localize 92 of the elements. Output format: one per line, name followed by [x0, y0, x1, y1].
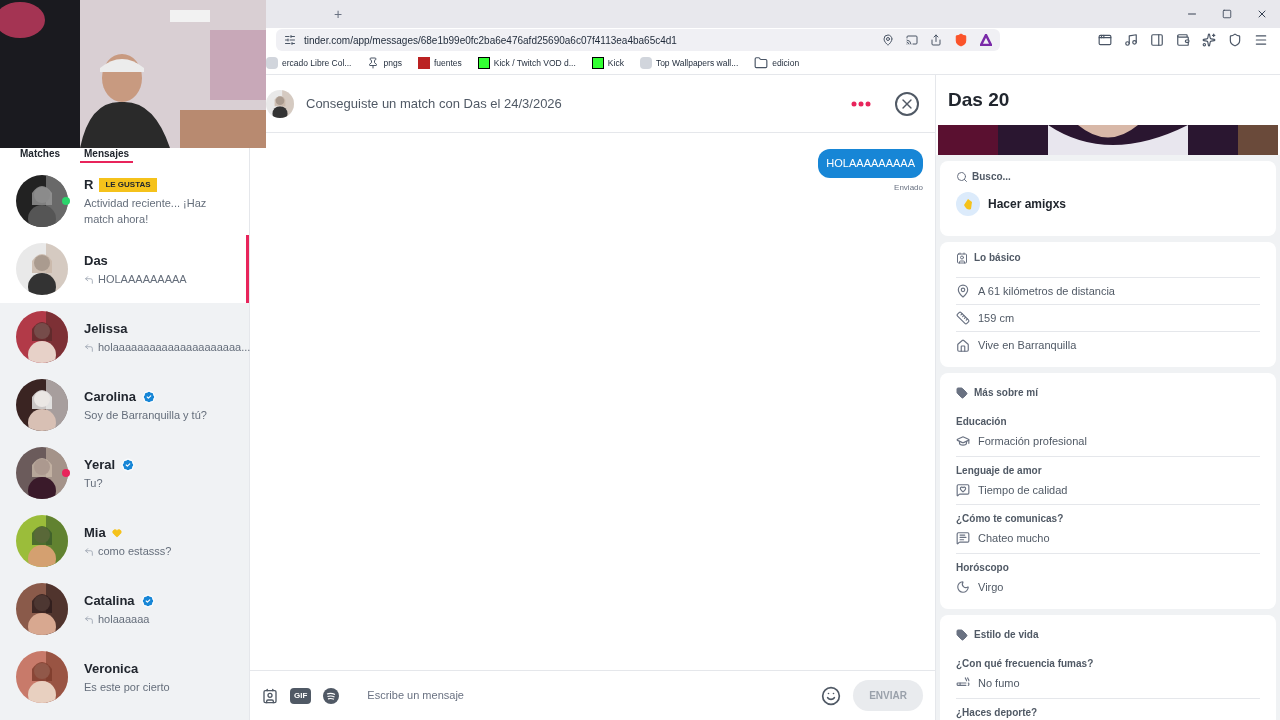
- sidebar-tab[interactable]: Matches: [16, 149, 64, 163]
- tag-icon: [956, 386, 968, 399]
- message-status: Enviado: [894, 181, 923, 194]
- window-icon[interactable]: [1098, 33, 1112, 47]
- field-label: Horóscopo: [956, 560, 1010, 575]
- bookmark[interactable]: ercado Libre Col...: [266, 56, 352, 70]
- contact-name: Yeral: [84, 456, 116, 475]
- graduation-cap-icon: [956, 434, 970, 449]
- menu-icon[interactable]: [1254, 33, 1268, 47]
- message-preview: Soy de Barranquilla y tú?: [84, 407, 207, 423]
- location-icon[interactable]: [882, 34, 894, 46]
- address-bar[interactable]: tinder.com/app/messages/68e1b99e0fc2ba6e476afd25690a6c07f4113ea4ba65c4d1: [276, 29, 1000, 51]
- basic-info-text: Vive en Barranquilla: [978, 338, 1077, 354]
- looking-for-value: Hacer amigxs: [988, 196, 1067, 213]
- close-icon[interactable]: [1256, 8, 1268, 20]
- section-title: Lo básico: [974, 251, 1021, 265]
- location-icon: [956, 284, 970, 298]
- contact-name: Veronica: [84, 660, 139, 679]
- field-value: Chateo mucho: [978, 531, 1050, 546]
- like-tag: LE GUSTAS: [99, 178, 157, 192]
- message-preview: HOLAAAAAAAAA: [98, 271, 187, 287]
- bookmark[interactable]: edicion: [754, 56, 800, 70]
- section-title: Busco...: [972, 170, 1011, 184]
- chat-icon: [956, 531, 970, 546]
- bookmark[interactable]: fuentes: [417, 56, 462, 70]
- cast-icon[interactable]: [906, 34, 918, 46]
- wallet-icon[interactable]: [1176, 33, 1190, 47]
- more-icon[interactable]: [851, 99, 871, 108]
- field-label: ¿Haces deporte?: [956, 705, 1039, 720]
- field-label: Lenguaje de amor: [956, 463, 1043, 478]
- bookmark-icon: [639, 57, 652, 69]
- basic-info-text: 159 cm: [978, 310, 1015, 326]
- field-label: ¿Con qué frecuencia fumas?: [956, 657, 1095, 671]
- moon-icon: [956, 579, 970, 594]
- field-value: Formación profesional: [978, 434, 1087, 449]
- contact-name: Jelissa: [84, 320, 128, 339]
- contact-name: Das: [84, 252, 108, 271]
- sparkles-icon[interactable]: [1202, 33, 1216, 47]
- message-preview: Tu?: [84, 475, 103, 491]
- home-icon: [956, 338, 970, 353]
- message-preview: como estasss?: [98, 543, 172, 559]
- maximize-icon[interactable]: [1222, 9, 1232, 19]
- section-title: Estilo de vida: [974, 628, 1039, 642]
- bookmark-icon: [591, 57, 604, 69]
- message-preview: holaaaaaa: [98, 611, 150, 627]
- field-value: No fumo: [978, 676, 1020, 691]
- close-button[interactable]: [895, 91, 919, 116]
- url-text: tinder.com/app/messages/68e1b99e0fc2ba6e476afd25690a6c07f4113ea4ba65c4d1: [304, 33, 677, 48]
- bookmark-icon: [266, 57, 278, 69]
- tag-icon: [956, 628, 968, 641]
- message-preview: Actividad reciente... ¡Haz match ahora!: [84, 195, 208, 227]
- bookmark[interactable]: Kick: [591, 56, 624, 70]
- bookmark-icon: [417, 57, 430, 69]
- message-input[interactable]: Escribe un mensaje: [367, 687, 810, 704]
- message-preview: holaaaaaaaaaaaaaaaaaaaaa...: [98, 339, 251, 355]
- contact-name: R: [84, 176, 94, 195]
- bookmark-icon: [477, 57, 490, 69]
- music-service-icon[interactable]: [323, 687, 340, 704]
- pin-icon: [367, 57, 380, 69]
- emoji-icon[interactable]: [821, 685, 842, 706]
- contact-card-icon[interactable]: [262, 687, 278, 704]
- message-bubble: HOLAAAAAAAAA: [818, 149, 923, 178]
- share-icon[interactable]: [930, 34, 942, 46]
- contact-name: Mia: [84, 524, 106, 543]
- ruler-icon: [956, 311, 970, 325]
- match-header: Conseguiste un match con Das el 24/3/2026: [306, 94, 562, 113]
- field-value: Virgo: [978, 579, 1004, 595]
- site-settings-icon[interactable]: [284, 34, 296, 46]
- message-preview: Es este por cierto: [84, 679, 170, 695]
- basic-info-text: A 61 kilómetros de distancia: [978, 283, 1115, 299]
- field-label: Educación: [956, 415, 1008, 429]
- bookmark[interactable]: Kick / Twitch VOD d...: [477, 56, 576, 70]
- id-card-icon: [956, 251, 968, 264]
- bookmark[interactable]: Top Wallpapers wall...: [639, 56, 739, 70]
- shield-icon[interactable]: [1228, 33, 1242, 47]
- gif-button[interactable]: GIF: [290, 687, 312, 704]
- field-label: ¿Cómo te comunicas?: [956, 512, 1065, 526]
- music-icon[interactable]: [1124, 33, 1138, 47]
- conversation-item[interactable]: Das HOLAAAAAAAAA: [0, 235, 249, 303]
- profile-name: Das 20: [947, 87, 1011, 112]
- triangle-icon[interactable]: [980, 34, 992, 46]
- new-tab-button[interactable]: +: [334, 4, 343, 24]
- conversation-item[interactable]: R LE GUSTAS Actividad reciente... ¡Haz match ahora!: [0, 167, 249, 235]
- field-value: Tiempo de calidad: [978, 482, 1068, 498]
- contact-name: Carolina: [84, 388, 136, 407]
- heart-message-icon: [956, 482, 970, 497]
- bookmark[interactable]: pngs: [367, 56, 402, 70]
- folder-icon: [754, 56, 769, 70]
- search-icon: [956, 170, 968, 183]
- sidebar-icon[interactable]: [1150, 33, 1164, 47]
- contact-name: Catalina: [84, 592, 135, 611]
- section-title: Más sobre mí: [974, 386, 1038, 400]
